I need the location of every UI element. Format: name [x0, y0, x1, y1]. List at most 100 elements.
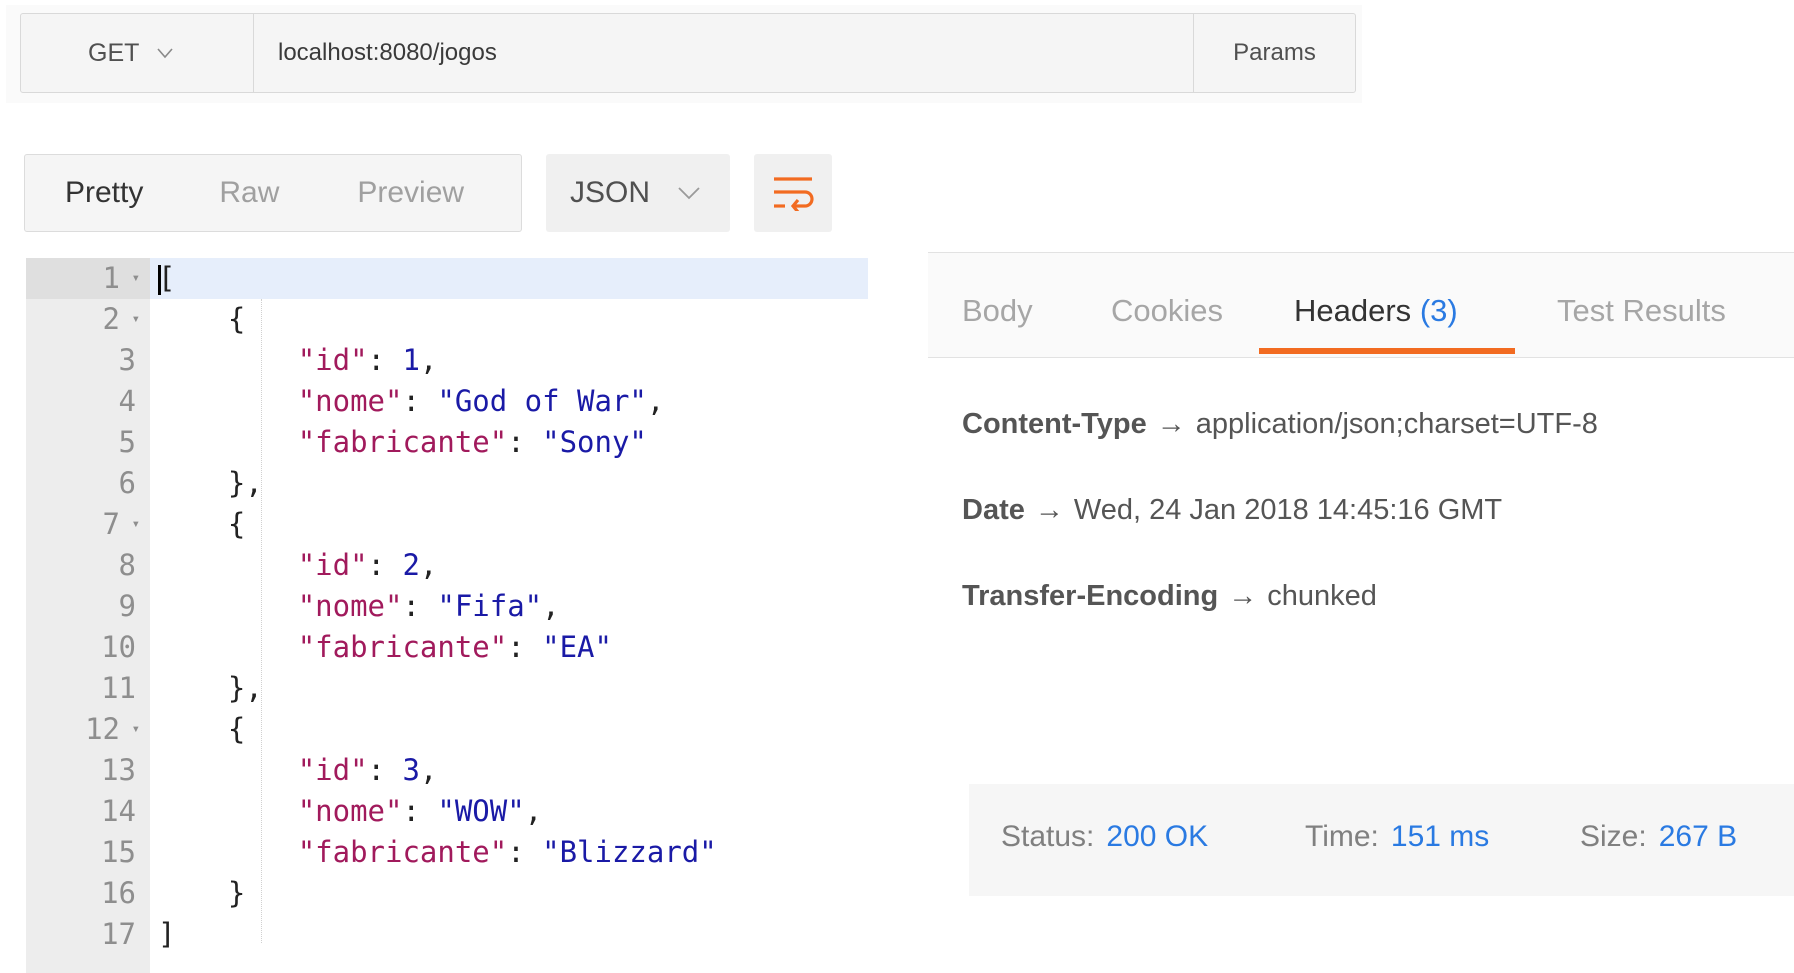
code-line: 12 ▾ {	[26, 709, 868, 750]
tab-preview[interactable]: Preview	[357, 176, 464, 210]
tab-raw[interactable]: Raw	[219, 176, 279, 210]
header-key: Date	[962, 494, 1025, 526]
code-line: 8 "id": 2,	[26, 545, 868, 586]
line-number: 3	[118, 343, 136, 377]
size-info: Size: 267 B	[1580, 820, 1737, 854]
line-number: 2 ▾	[26, 299, 150, 340]
header-row: Content-Type → application/json;charset=UT…	[962, 408, 1598, 441]
request-bar: GET localhost:8080/jogos Params	[20, 13, 1356, 93]
header-row: Date → Wed, 24 Jan 2018 14:45:16 GMT	[962, 494, 1502, 527]
tab-test-results[interactable]: Test Results	[1557, 253, 1726, 357]
tab-headers[interactable]: Headers (3)	[1294, 253, 1458, 357]
code-text: [	[158, 261, 176, 295]
line-number: 8	[118, 548, 136, 582]
code-line: 13 "id": 3,	[26, 750, 868, 791]
line-number: 1 ▾	[26, 258, 150, 299]
code-line: 4 "nome": "God of War",	[26, 381, 868, 422]
code-line: 16 }	[26, 873, 868, 914]
url-input[interactable]: localhost:8080/jogos	[254, 14, 1193, 92]
line-number: 11	[101, 671, 136, 705]
method-select[interactable]: GET	[21, 14, 254, 92]
line-number: 10	[101, 630, 136, 664]
url-value: localhost:8080/jogos	[278, 39, 497, 66]
code-text: "id": 3,	[297, 753, 438, 787]
format-select[interactable]: JSON	[546, 154, 730, 232]
active-tab-indicator	[1259, 348, 1515, 354]
line-number: 7 ▾	[26, 504, 150, 545]
fold-triangle-icon[interactable]: ▾	[132, 258, 140, 299]
line-number: 5	[118, 425, 136, 459]
line-number: 4	[118, 384, 136, 418]
code-text: {	[158, 712, 246, 746]
wrap-lines-button[interactable]	[754, 154, 832, 232]
request-bar-area: GET localhost:8080/jogos Params	[6, 5, 1362, 103]
params-label: Params	[1233, 39, 1316, 66]
status-value[interactable]: 200 OK	[1106, 820, 1208, 853]
time-label: Time:	[1305, 820, 1379, 853]
tab-body[interactable]: Body	[962, 253, 1033, 357]
format-label: JSON	[570, 176, 651, 209]
code-text: "nome": "God of War",	[297, 384, 665, 418]
chevron-down-icon	[678, 187, 700, 200]
line-number: 6	[118, 466, 136, 500]
code-text: {	[158, 507, 246, 541]
line-number: 13	[101, 753, 136, 787]
wrap-lines-icon	[774, 177, 814, 211]
code-text: "nome": "WOW",	[297, 794, 543, 828]
status-info: Status: 200 OK	[1001, 820, 1208, 854]
code-text: "id": 2,	[297, 548, 438, 582]
code-line: 3 "id": 1,	[26, 340, 868, 381]
code-line: 7 ▾ {	[26, 504, 868, 545]
code-line: 5 "fabricante": "Sony"	[26, 422, 868, 463]
response-tabs: Body Cookies Headers (3) Test Results	[928, 252, 1794, 358]
fold-triangle-icon[interactable]: ▾	[132, 709, 140, 750]
response-body-editor[interactable]: 1 ▾ [ 2 ▾ { 3 "id": 1, 4 "nome": "God of W…	[26, 258, 868, 973]
line-number: 15	[101, 835, 136, 869]
code-line: 14 "nome": "WOW",	[26, 791, 868, 832]
method-label: GET	[88, 38, 140, 67]
header-row: Transfer-Encoding → chunked	[962, 580, 1377, 613]
code-line: 6 },	[26, 463, 868, 504]
response-status-bar: Status: 200 OK Time: 151 ms Size: 267 B	[969, 784, 1794, 896]
code-line: 2 ▾ {	[26, 299, 868, 340]
code-text: "fabricante": "Sony"	[297, 425, 647, 459]
code-line: 15 "fabricante": "Blizzard"	[26, 832, 868, 873]
fold-triangle-icon[interactable]: ▾	[132, 504, 140, 545]
status-label: Status:	[1001, 820, 1095, 853]
code-text: "nome": "Fifa",	[297, 589, 560, 623]
time-value[interactable]: 151 ms	[1391, 820, 1489, 853]
code-text: {	[158, 302, 246, 336]
header-key: Content-Type	[962, 408, 1147, 440]
code-text: }	[158, 876, 246, 910]
header-value: Wed, 24 Jan 2018 14:45:16 GMT	[1073, 494, 1503, 526]
arrow-right-icon: →	[1156, 408, 1186, 440]
arrow-right-icon: →	[1228, 580, 1258, 612]
code-text: },	[158, 671, 263, 705]
code-line: 10 "fabricante": "EA"	[26, 627, 868, 668]
code-text: "fabricante": "EA"	[297, 630, 612, 664]
header-key: Transfer-Encoding	[962, 580, 1219, 612]
line-number: 16	[101, 876, 136, 910]
line-number: 12 ▾	[26, 709, 150, 750]
line-number: 14	[101, 794, 136, 828]
code-text: ]	[158, 917, 176, 951]
code-text: "fabricante": "Blizzard"	[297, 835, 717, 869]
line-number: 17	[101, 917, 136, 951]
tab-headers-label: Headers	[1294, 293, 1412, 328]
code-line: 11 },	[26, 668, 868, 709]
code-text: },	[158, 466, 263, 500]
time-info: Time: 151 ms	[1305, 820, 1489, 854]
headers-count-badge: (3)	[1419, 293, 1458, 328]
code-line: 17 ]	[26, 914, 868, 955]
tab-pretty[interactable]: Pretty	[65, 176, 143, 210]
fold-triangle-icon[interactable]: ▾	[132, 299, 140, 340]
code-line: 1 ▾ [	[26, 258, 868, 299]
tab-cookies[interactable]: Cookies	[1111, 253, 1223, 357]
text-cursor	[158, 265, 161, 295]
size-value[interactable]: 267 B	[1659, 820, 1737, 853]
code-text: "id": 1,	[297, 343, 438, 377]
code-line: 9 "nome": "Fifa",	[26, 586, 868, 627]
chevron-down-icon	[157, 48, 174, 59]
size-label: Size:	[1580, 820, 1647, 853]
params-button[interactable]: Params	[1193, 14, 1355, 92]
